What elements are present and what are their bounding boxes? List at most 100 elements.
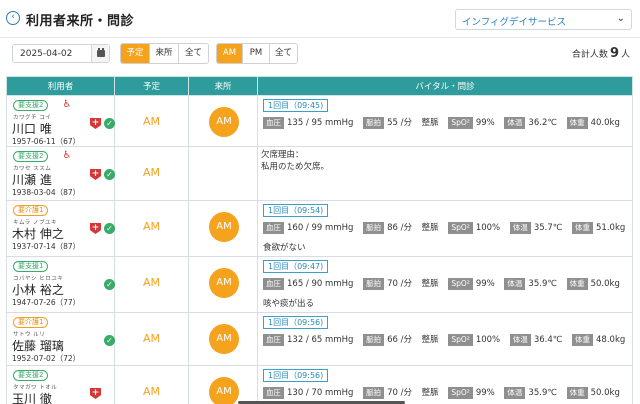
temp-value: 36.2℃ bbox=[528, 118, 557, 128]
total-count-unit: 人 bbox=[620, 50, 630, 60]
back-arrow-icon[interactable]: ‹ bbox=[6, 11, 20, 25]
filter-am-button[interactable]: AM bbox=[217, 44, 243, 63]
rhythm-value: 整脈 bbox=[421, 388, 439, 398]
total-count-label: 合計人数 bbox=[571, 50, 608, 60]
attendance-badge[interactable]: AM bbox=[209, 212, 239, 242]
medical-shield-icon: + bbox=[90, 118, 101, 129]
table-row[interactable]: 要支援2 ♿ カワセ ススム 川瀬 進 1938-03-04（87） + ✓ A… bbox=[6, 146, 633, 201]
visit-record-button[interactable]: 1回目（09:47) bbox=[263, 260, 329, 273]
medical-shield-icon: + bbox=[90, 388, 101, 399]
user-name[interactable]: 玉川 徹 bbox=[12, 390, 52, 404]
temp-value: 36.4℃ bbox=[533, 335, 563, 345]
weight-value: 48.0kg bbox=[596, 335, 626, 345]
user-dob: 1937-07-14（87） bbox=[12, 242, 81, 251]
check-circle-icon: ✓ bbox=[104, 335, 115, 346]
bp-tag: 血圧 bbox=[263, 278, 284, 290]
table-row[interactable]: 要支援2 タマガワ トオル 玉川 徹 + AM AM 1回目（09:56) 血圧… bbox=[6, 365, 633, 404]
date-input-value: 2025-04-02 bbox=[20, 48, 73, 59]
weight-tag: 体重 bbox=[572, 222, 594, 234]
pulse-tag: 脈拍 bbox=[363, 387, 385, 399]
schedule-cell: AM bbox=[114, 312, 189, 366]
date-input[interactable]: 2025-04-02 bbox=[12, 44, 110, 63]
attendance-cell: AM bbox=[188, 95, 258, 147]
header-vitals: バイタル・問診 bbox=[257, 76, 633, 96]
header-attendance: 来所 bbox=[188, 76, 258, 96]
facility-select[interactable]: インフィグデイサービス ⌄ bbox=[455, 9, 632, 30]
spo2-tag: SpO² bbox=[448, 278, 473, 290]
absence-label: 欠席理由： bbox=[261, 150, 304, 160]
bp-tag: 血圧 bbox=[263, 334, 284, 346]
user-name[interactable]: 木村 伸之 bbox=[12, 225, 64, 242]
table-row[interactable]: 要介護1 キムラ ノブユキ 木村 伸之 1937-07-14（87） + ✓ A… bbox=[6, 200, 633, 257]
wheelchair-icon: ♿ bbox=[62, 150, 72, 161]
temp-tag: 体温 bbox=[504, 278, 526, 290]
calendar-button[interactable] bbox=[91, 45, 109, 62]
attendance-badge[interactable]: AM bbox=[209, 324, 239, 354]
rhythm-value: 整脈 bbox=[421, 279, 439, 289]
filter-pm-button[interactable]: PM bbox=[243, 44, 270, 63]
temp-value: 35.9℃ bbox=[528, 279, 557, 289]
rhythm-value: 整脈 bbox=[421, 118, 439, 128]
pulse-tag: 脈拍 bbox=[363, 117, 385, 129]
user-name[interactable]: 小林 裕之 bbox=[12, 281, 64, 298]
visit-record-button[interactable]: 1回目（09:56) bbox=[263, 369, 329, 382]
vitals-cell: 1回目（09:47) 血圧 165 / 90 mmHg 脈拍 70 /分 整脈 Sp… bbox=[257, 256, 633, 313]
user-cell: 要介護1 サトウ ルリ 佐藤 瑠璃 1952-07-02（72） ✓ bbox=[6, 312, 115, 366]
spo2-tag: SpO² bbox=[448, 334, 473, 346]
table-row[interactable]: 要支援1 コバヤシ ヒロユキ 小林 裕之 1947-07-26（77） ✓ AM… bbox=[6, 256, 633, 313]
rhythm-value: 整脈 bbox=[421, 223, 439, 233]
pulse-value: 70 /分 bbox=[387, 279, 412, 289]
bp-value: 132 / 65 mmHg bbox=[287, 335, 354, 345]
check-circle-icon: ✓ bbox=[104, 118, 115, 129]
user-dob: 1947-07-26（77） bbox=[12, 298, 81, 307]
weight-tag: 体重 bbox=[566, 387, 588, 399]
schedule-cell: AM bbox=[114, 365, 189, 404]
user-cell: 要支援2 タマガワ トオル 玉川 徹 + bbox=[6, 365, 115, 404]
visit-record-button[interactable]: 1回目（09:54) bbox=[263, 204, 329, 217]
vitals-cell: 欠席理由： 私用のため欠席。 bbox=[257, 146, 633, 201]
app-header: ‹ 利用者来所・問診 インフィグデイサービス ⌄ bbox=[0, 0, 640, 38]
table-header-row: 利用者 予定 来所 バイタル・問診 bbox=[6, 76, 633, 96]
filter-time-all-button[interactable]: 全て bbox=[270, 44, 297, 63]
attendance-badge[interactable]: AM bbox=[209, 107, 239, 137]
spo2-tag: SpO² bbox=[448, 387, 473, 399]
schedule-cell: AM bbox=[114, 256, 189, 313]
visit-record-button[interactable]: 1回目（09:45) bbox=[263, 99, 329, 112]
schedule-value: AM bbox=[142, 332, 160, 345]
medical-shield-icon: + bbox=[90, 169, 101, 180]
spo2-tag: SpO² bbox=[448, 117, 473, 129]
bp-tag: 血圧 bbox=[263, 222, 284, 234]
facility-select-value: インフィグデイサービス bbox=[462, 17, 567, 28]
vitals-line: 血圧 160 / 99 mmHg 脈拍 86 /分 整脈 SpO² 100% 体温 35… bbox=[263, 222, 632, 235]
care-level-badge: 要支援2 bbox=[13, 100, 49, 111]
care-level-badge: 要介護1 bbox=[13, 205, 49, 216]
user-name[interactable]: 佐藤 瑠璃 bbox=[12, 337, 64, 354]
visit-record-button[interactable]: 1回目（09:56) bbox=[263, 316, 329, 329]
type-filter-group: 予定 来所 全て bbox=[120, 43, 209, 64]
spo2-value: 99% bbox=[475, 388, 495, 398]
pulse-value: 66 /分 bbox=[387, 335, 412, 345]
filter-scheduled-button[interactable]: 予定 bbox=[121, 44, 150, 63]
medical-shield-icon: + bbox=[90, 223, 101, 234]
user-name[interactable]: 川瀬 進 bbox=[12, 171, 52, 188]
weight-value: 50.0kg bbox=[590, 279, 620, 289]
pulse-tag: 脈拍 bbox=[363, 222, 385, 234]
vitals-cell: 1回目（09:54) 血圧 160 / 99 mmHg 脈拍 86 /分 整脈 Sp… bbox=[257, 200, 633, 257]
header-user: 利用者 bbox=[6, 76, 115, 96]
table-row[interactable]: 要支援2 ♿ カワグチ コイ 川口 唯 1957-06-11（67） + ✓ A… bbox=[6, 95, 633, 147]
temp-tag: 体温 bbox=[504, 387, 526, 399]
attendance-badge[interactable]: AM bbox=[209, 268, 239, 298]
attendance-cell[interactable] bbox=[188, 146, 258, 201]
bp-tag: 血圧 bbox=[263, 117, 284, 129]
attendance-badge[interactable]: AM bbox=[209, 377, 239, 404]
filter-attended-button[interactable]: 来所 bbox=[150, 44, 179, 63]
filter-type-all-button[interactable]: 全て bbox=[179, 44, 208, 63]
spo2-value: 99% bbox=[475, 279, 495, 289]
vitals-line: 血圧 130 / 70 mmHg 脈拍 70 /分 整脈 SpO² 99% 体温 35.… bbox=[263, 387, 627, 400]
weight-value: 51.0kg bbox=[596, 223, 626, 233]
vitals-cell: 1回目（09:56) 血圧 130 / 70 mmHg 脈拍 70 /分 整脈 Sp… bbox=[257, 365, 633, 404]
user-cell: 要支援2 ♿ カワセ ススム 川瀬 進 1938-03-04（87） + ✓ bbox=[6, 146, 115, 201]
user-name[interactable]: 川口 唯 bbox=[12, 120, 52, 137]
table-row[interactable]: 要介護1 サトウ ルリ 佐藤 瑠璃 1952-07-02（72） ✓ AM AM… bbox=[6, 312, 633, 366]
weight-tag: 体重 bbox=[572, 334, 594, 346]
